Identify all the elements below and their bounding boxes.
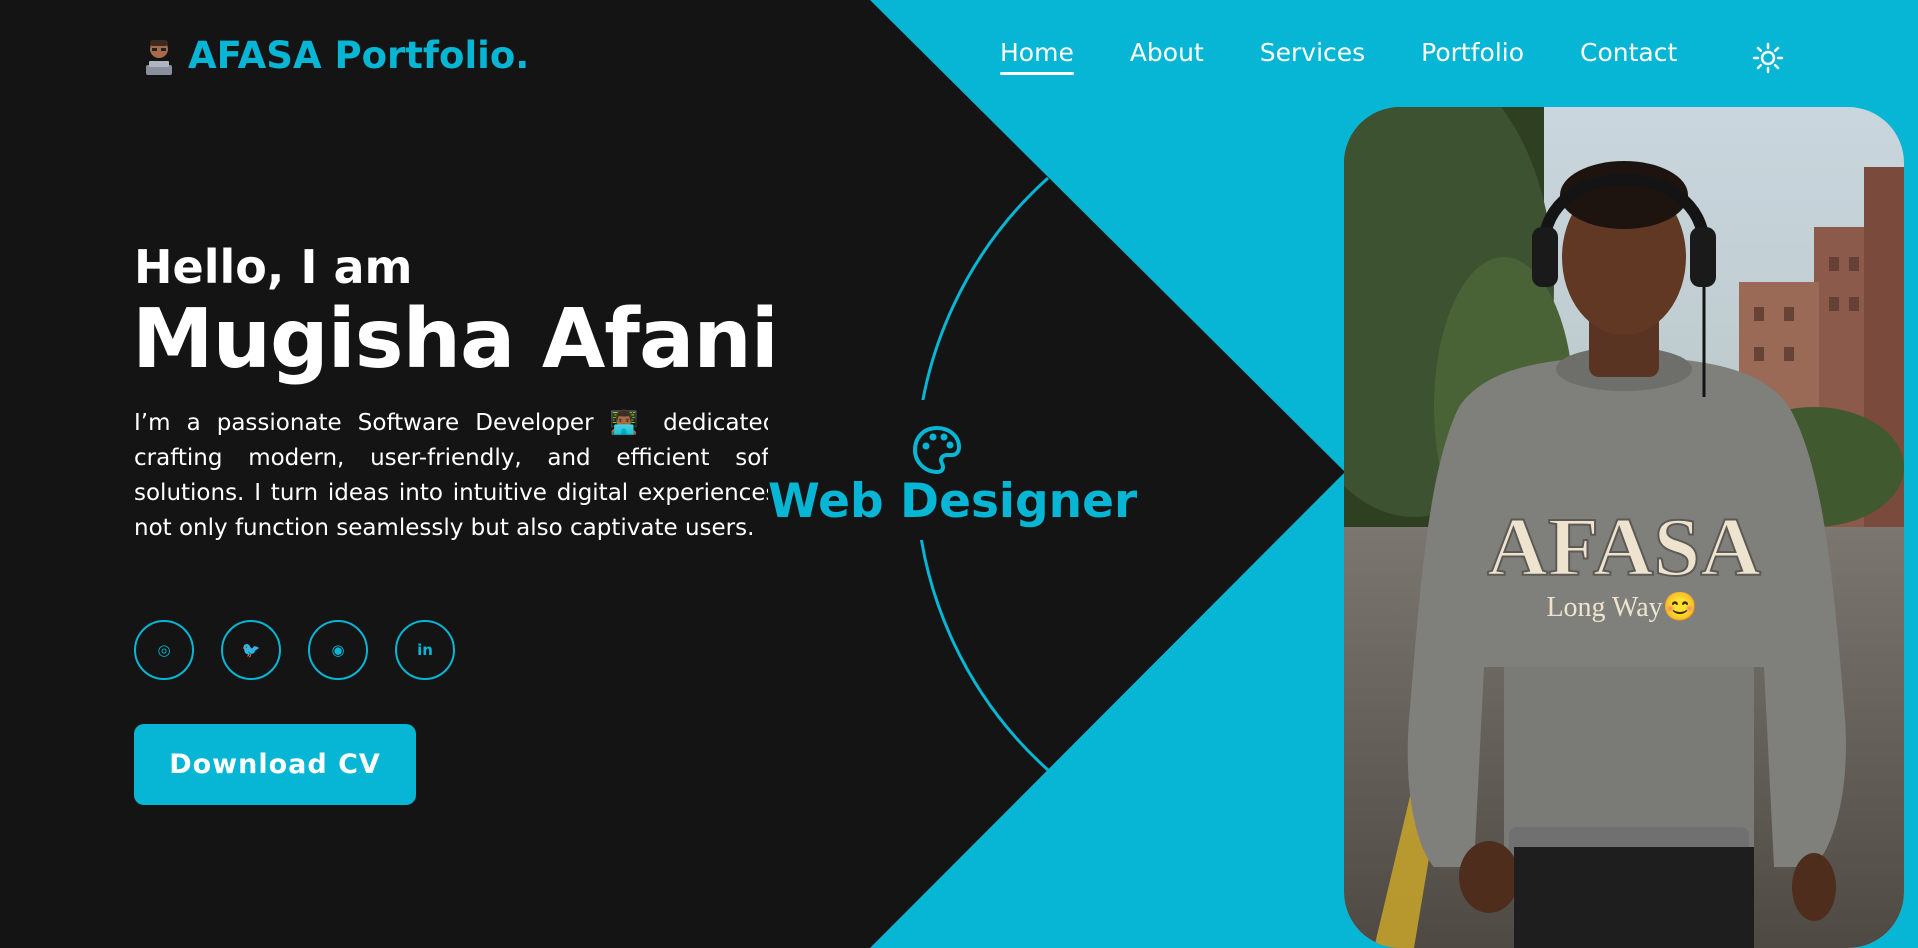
nav-about[interactable]: About (1130, 38, 1204, 75)
palette-icon (912, 425, 962, 475)
nav-home[interactable]: Home (1000, 38, 1074, 75)
nav-portfolio[interactable]: Portfolio (1421, 38, 1524, 75)
hero-role: Web Designer (768, 474, 1138, 529)
nav-services[interactable]: Services (1260, 38, 1365, 75)
brand-title: AFASA Portfolio. (188, 34, 530, 77)
twitter-icon[interactable]: 🐦 (221, 620, 281, 680)
github-icon[interactable]: ◉ (308, 620, 368, 680)
sweatshirt-tagline-text: Long Way😊 (1546, 591, 1697, 623)
hero-greeting: Hello, I am (134, 240, 413, 294)
sun-icon[interactable] (1752, 42, 1784, 74)
hero-bio: I’m a passionate Software Developer 👨🏾‍💻… (134, 406, 768, 586)
nav-contact[interactable]: Contact (1580, 38, 1677, 75)
profile-photo: AFASA Long Way😊 (1344, 107, 1904, 948)
sweatshirt-brand-text: AFASA (1487, 501, 1761, 594)
hero-bio-text: I’m a passionate Software Developer 👨🏾‍💻… (134, 410, 768, 541)
linkedin-icon[interactable]: in (395, 620, 455, 680)
main-nav: Home About Services Portfolio Contact (1000, 38, 1733, 75)
technologist-emoji-icon (146, 39, 172, 75)
hero-name: Mugisha Afani (132, 292, 779, 387)
download-cv-button[interactable]: Download CV (134, 724, 416, 805)
brand-logo[interactable]: AFASA Portfolio. (138, 34, 529, 77)
social-links: ◎ 🐦 ◉ in (134, 620, 455, 680)
instagram-icon[interactable]: ◎ (134, 620, 194, 680)
